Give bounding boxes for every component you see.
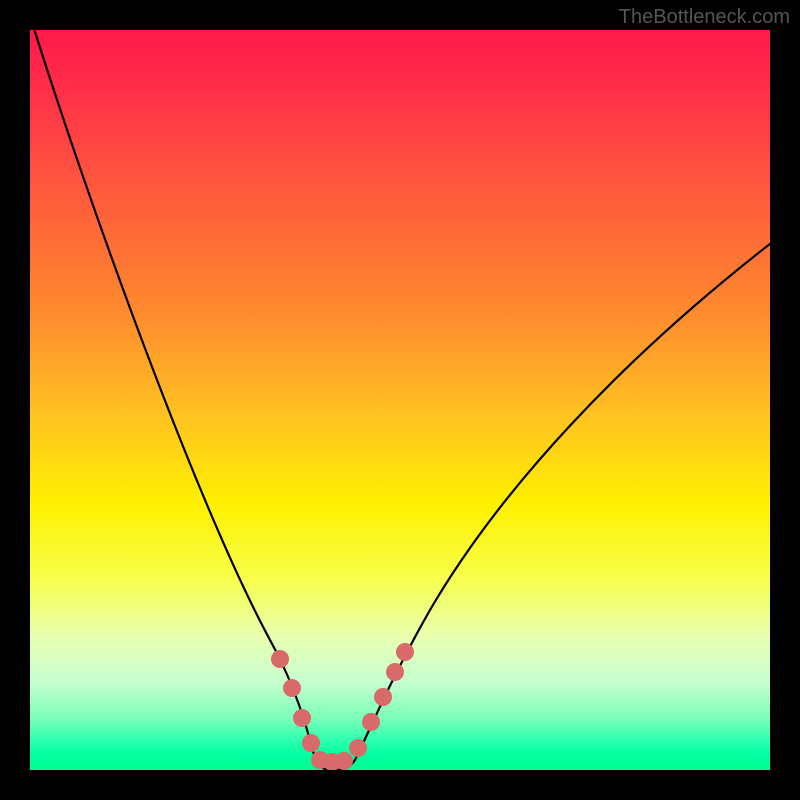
curve-marker xyxy=(271,650,289,668)
curve-marker xyxy=(362,713,380,731)
curve-marker xyxy=(386,663,404,681)
curve-marker xyxy=(335,752,353,770)
curve-marker xyxy=(349,739,367,757)
plot-area xyxy=(30,30,770,770)
curve-markers xyxy=(271,643,414,770)
curve-marker xyxy=(283,679,301,697)
chart-svg xyxy=(30,30,770,770)
curve-marker xyxy=(374,688,392,706)
curve-marker xyxy=(302,734,320,752)
curve-marker xyxy=(293,709,311,727)
curve-marker xyxy=(396,643,414,661)
attribution-text: TheBottleneck.com xyxy=(619,6,790,29)
